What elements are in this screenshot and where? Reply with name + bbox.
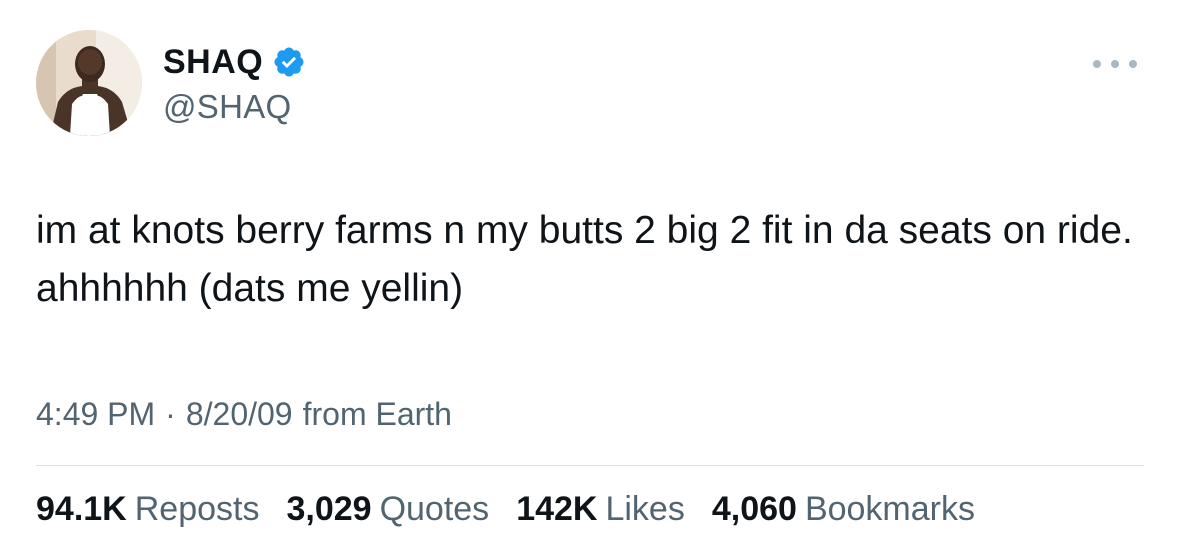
tweet-source: from Earth <box>302 396 452 432</box>
engagement-stats: 94.1K Reposts 3,029 Quotes 142K Likes 4,060… <box>36 490 1002 529</box>
reposts-count: 94.1K <box>36 490 127 528</box>
more-options-icon[interactable] <box>1093 55 1137 73</box>
avatar[interactable] <box>36 30 142 136</box>
display-name[interactable]: SHAQ <box>163 43 263 82</box>
meta-separator: · <box>165 396 176 432</box>
tweet-metadata: 4:49 PM · 8/20/09 from Earth <box>36 396 452 433</box>
quotes-label: Quotes <box>379 490 490 528</box>
tweet-card: SHAQ @SHAQ im at knots berry farms n my … <box>0 0 1179 549</box>
likes-count: 142K <box>516 490 598 528</box>
author-handle[interactable]: @SHAQ <box>163 88 292 126</box>
divider <box>36 465 1144 466</box>
likes-label: Likes <box>605 490 685 528</box>
bookmarks-label: Bookmarks <box>804 490 975 528</box>
author-name-row[interactable]: SHAQ <box>163 40 306 84</box>
tweet-text: im at knots berry farms n my butts 2 big… <box>36 209 1133 310</box>
bookmarks-stat[interactable]: 4,060 Bookmarks <box>712 490 975 529</box>
quotes-count: 3,029 <box>286 490 372 528</box>
reposts-stat[interactable]: 94.1K Reposts <box>36 490 259 529</box>
dot <box>1111 60 1119 68</box>
avatar-image <box>36 30 142 136</box>
tweet-date[interactable]: 8/20/09 <box>186 396 293 433</box>
dot <box>1129 60 1137 68</box>
likes-stat[interactable]: 142K Likes <box>516 490 685 529</box>
quotes-stat[interactable]: 3,029 Quotes <box>286 490 489 529</box>
dot <box>1093 60 1101 68</box>
bookmarks-count: 4,060 <box>711 490 797 528</box>
reposts-label: Reposts <box>134 490 260 528</box>
verified-badge-icon[interactable] <box>272 45 306 79</box>
tweet-time[interactable]: 4:49 PM <box>36 396 155 433</box>
